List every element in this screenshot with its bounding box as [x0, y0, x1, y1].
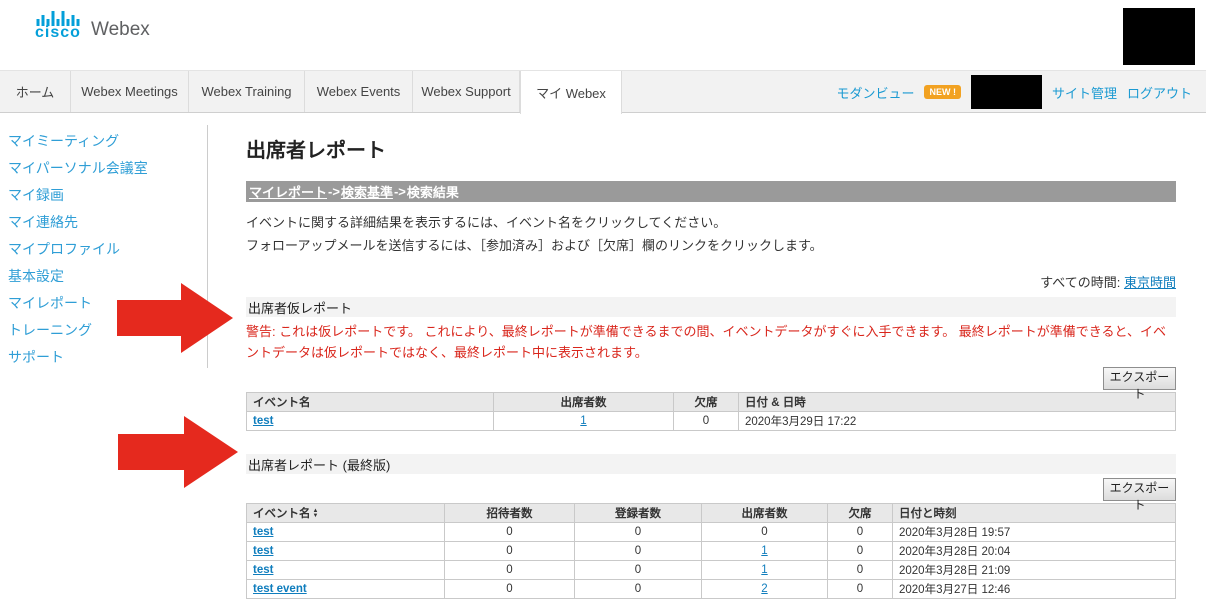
invited-count: 0	[445, 523, 575, 542]
event-link[interactable]: test event	[253, 583, 307, 595]
registered-count: 0	[575, 523, 702, 542]
logout-link[interactable]: ログアウト	[1127, 83, 1192, 102]
tab-webex-events[interactable]: Webex Events	[305, 71, 413, 112]
invited-count: 0	[445, 542, 575, 561]
attended-count: 0	[702, 523, 828, 542]
instruction-line-1: イベントに関する詳細結果を表示するには、イベント名をクリックしてください。	[246, 211, 871, 234]
col-header-absent: 欠席	[674, 393, 739, 412]
event-date: 2020年3月27日 12:46	[893, 580, 1176, 599]
export-button-preliminary[interactable]: エクスポート	[1103, 367, 1176, 390]
table-header-row: イベント名▲▼ 招待者数 登録者数 出席者数 欠席 日付と時刻	[247, 504, 1176, 523]
redaction-box-username	[971, 75, 1042, 109]
event-date: 2020年3月29日 17:22	[739, 412, 1176, 431]
event-date: 2020年3月28日 20:04	[893, 542, 1176, 561]
col-header-registered: 登録者数	[575, 504, 702, 523]
cisco-webex-logo: cisco Webex	[35, 10, 150, 40]
page-header: cisco Webex	[0, 0, 1206, 70]
final-report-heading: 出席者レポート (最終版)	[246, 454, 1176, 474]
main-content: 出席者レポート マイレポート -> 検索基準 -> 検索結果 イベントに関する詳…	[246, 113, 1176, 599]
invited-count: 0	[445, 561, 575, 580]
export-row-preliminary: エクスポート	[246, 367, 1176, 390]
col-header-date-time: 日付 & 日時	[739, 393, 1176, 412]
registered-count: 0	[575, 580, 702, 599]
breadcrumb-separator: ->	[394, 184, 406, 199]
timezone-label: すべての時間:	[1040, 275, 1120, 290]
registered-count: 0	[575, 542, 702, 561]
breadcrumb-current: 検索結果	[407, 182, 459, 201]
table-row: test 0 0 1 0 2020年3月28日 20:04	[247, 542, 1176, 561]
attended-count-link[interactable]: 2	[761, 583, 767, 595]
final-report-table: イベント名▲▼ 招待者数 登録者数 出席者数 欠席 日付と時刻 test 0 0…	[246, 503, 1176, 599]
sidebar-item-my-profile[interactable]: マイプロファイル	[8, 236, 198, 263]
cisco-logo-icon: cisco	[35, 10, 81, 40]
absent-count: 0	[828, 542, 893, 561]
col-header-attended: 出席者数	[702, 504, 828, 523]
tab-home[interactable]: ホーム	[0, 71, 71, 112]
export-row-final: エクスポート	[246, 478, 1176, 501]
col-header-invited: 招待者数	[445, 504, 575, 523]
new-badge: NEW !	[924, 85, 961, 99]
page-title: 出席者レポート	[246, 134, 1176, 163]
site-admin-link[interactable]: サイト管理	[1052, 83, 1117, 102]
table-header-row: イベント名 出席者数 欠席 日付 & 日時	[247, 393, 1176, 412]
absent-count: 0	[674, 412, 739, 431]
event-date: 2020年3月28日 19:57	[893, 523, 1176, 542]
sidebar-item-my-personal-room[interactable]: マイパーソナル会議室	[8, 155, 198, 182]
sort-icon[interactable]: ▲▼	[313, 509, 319, 519]
modern-view-link[interactable]: モダンビュー	[836, 83, 914, 102]
col-header-event-name-label: イベント名	[253, 508, 311, 520]
table-row: test 1 0 2020年3月29日 17:22	[247, 412, 1176, 431]
preliminary-warning-text: 警告: これは仮レポートです。 これにより、最終レポートが準備できるまでの間、イ…	[246, 321, 1176, 363]
breadcrumb: マイレポート -> 検索基準 -> 検索結果	[246, 181, 1176, 202]
attended-count-link[interactable]: 1	[761, 545, 767, 557]
registered-count: 0	[575, 561, 702, 580]
nav-utility-links: モダンビュー NEW ! サイト管理 ログアウト	[836, 71, 1192, 113]
attended-count-link[interactable]: 1	[761, 564, 767, 576]
sidebar-item-my-contacts[interactable]: マイ連絡先	[8, 209, 198, 236]
breadcrumb-search-criteria[interactable]: 検索基準	[341, 182, 393, 201]
sidebar-item-my-recordings[interactable]: マイ録画	[8, 182, 198, 209]
table-row: test event 0 0 2 0 2020年3月27日 12:46	[247, 580, 1176, 599]
breadcrumb-separator: ->	[328, 184, 340, 199]
table-row: test 0 0 0 0 2020年3月28日 19:57	[247, 523, 1176, 542]
webex-classic-page: cisco Webex ホーム Webex Meetings Webex Tra…	[0, 0, 1206, 570]
invited-count: 0	[445, 580, 575, 599]
col-header-attendee-count: 出席者数	[494, 393, 674, 412]
col-header-event-name: イベント名▲▼	[247, 504, 445, 523]
annotation-arrow-final	[118, 416, 238, 488]
attendee-count-link[interactable]: 1	[580, 415, 586, 427]
cisco-wordmark: cisco	[35, 26, 81, 40]
col-header-absent: 欠席	[828, 504, 893, 523]
timezone-row: すべての時間: 東京時間	[246, 272, 1176, 291]
tab-webex-support[interactable]: Webex Support	[413, 71, 520, 112]
preliminary-report-heading: 出席者仮レポート	[246, 297, 1176, 317]
annotation-arrow-preliminary	[117, 283, 233, 353]
tab-my-webex[interactable]: マイ Webex	[520, 71, 622, 114]
event-link[interactable]: test	[253, 564, 273, 576]
breadcrumb-my-reports[interactable]: マイレポート	[249, 182, 327, 201]
tab-webex-meetings[interactable]: Webex Meetings	[71, 71, 189, 112]
sidebar-item-my-meetings[interactable]: マイミーティング	[8, 128, 198, 155]
preliminary-report-table: イベント名 出席者数 欠席 日付 & 日時 test 1 0 2020年3月29…	[246, 392, 1176, 431]
absent-count: 0	[828, 580, 893, 599]
webex-wordmark: Webex	[91, 20, 150, 40]
absent-count: 0	[828, 561, 893, 580]
timezone-link[interactable]: 東京時間	[1124, 275, 1176, 290]
event-link[interactable]: test	[253, 545, 273, 557]
redaction-box-header	[1123, 8, 1195, 65]
event-link[interactable]: test	[253, 526, 273, 538]
event-date: 2020年3月28日 21:09	[893, 561, 1176, 580]
export-button-final[interactable]: エクスポート	[1103, 478, 1176, 501]
instruction-line-2: フォローアップメールを送信するには、［参加済み］および［欠席］欄のリンクをクリッ…	[246, 234, 871, 257]
col-header-event-name: イベント名	[247, 393, 494, 412]
absent-count: 0	[828, 523, 893, 542]
top-nav: ホーム Webex Meetings Webex Training Webex …	[0, 70, 1206, 113]
table-row: test 0 0 1 0 2020年3月28日 21:09	[247, 561, 1176, 580]
tab-webex-training[interactable]: Webex Training	[189, 71, 305, 112]
event-link[interactable]: test	[253, 415, 273, 427]
